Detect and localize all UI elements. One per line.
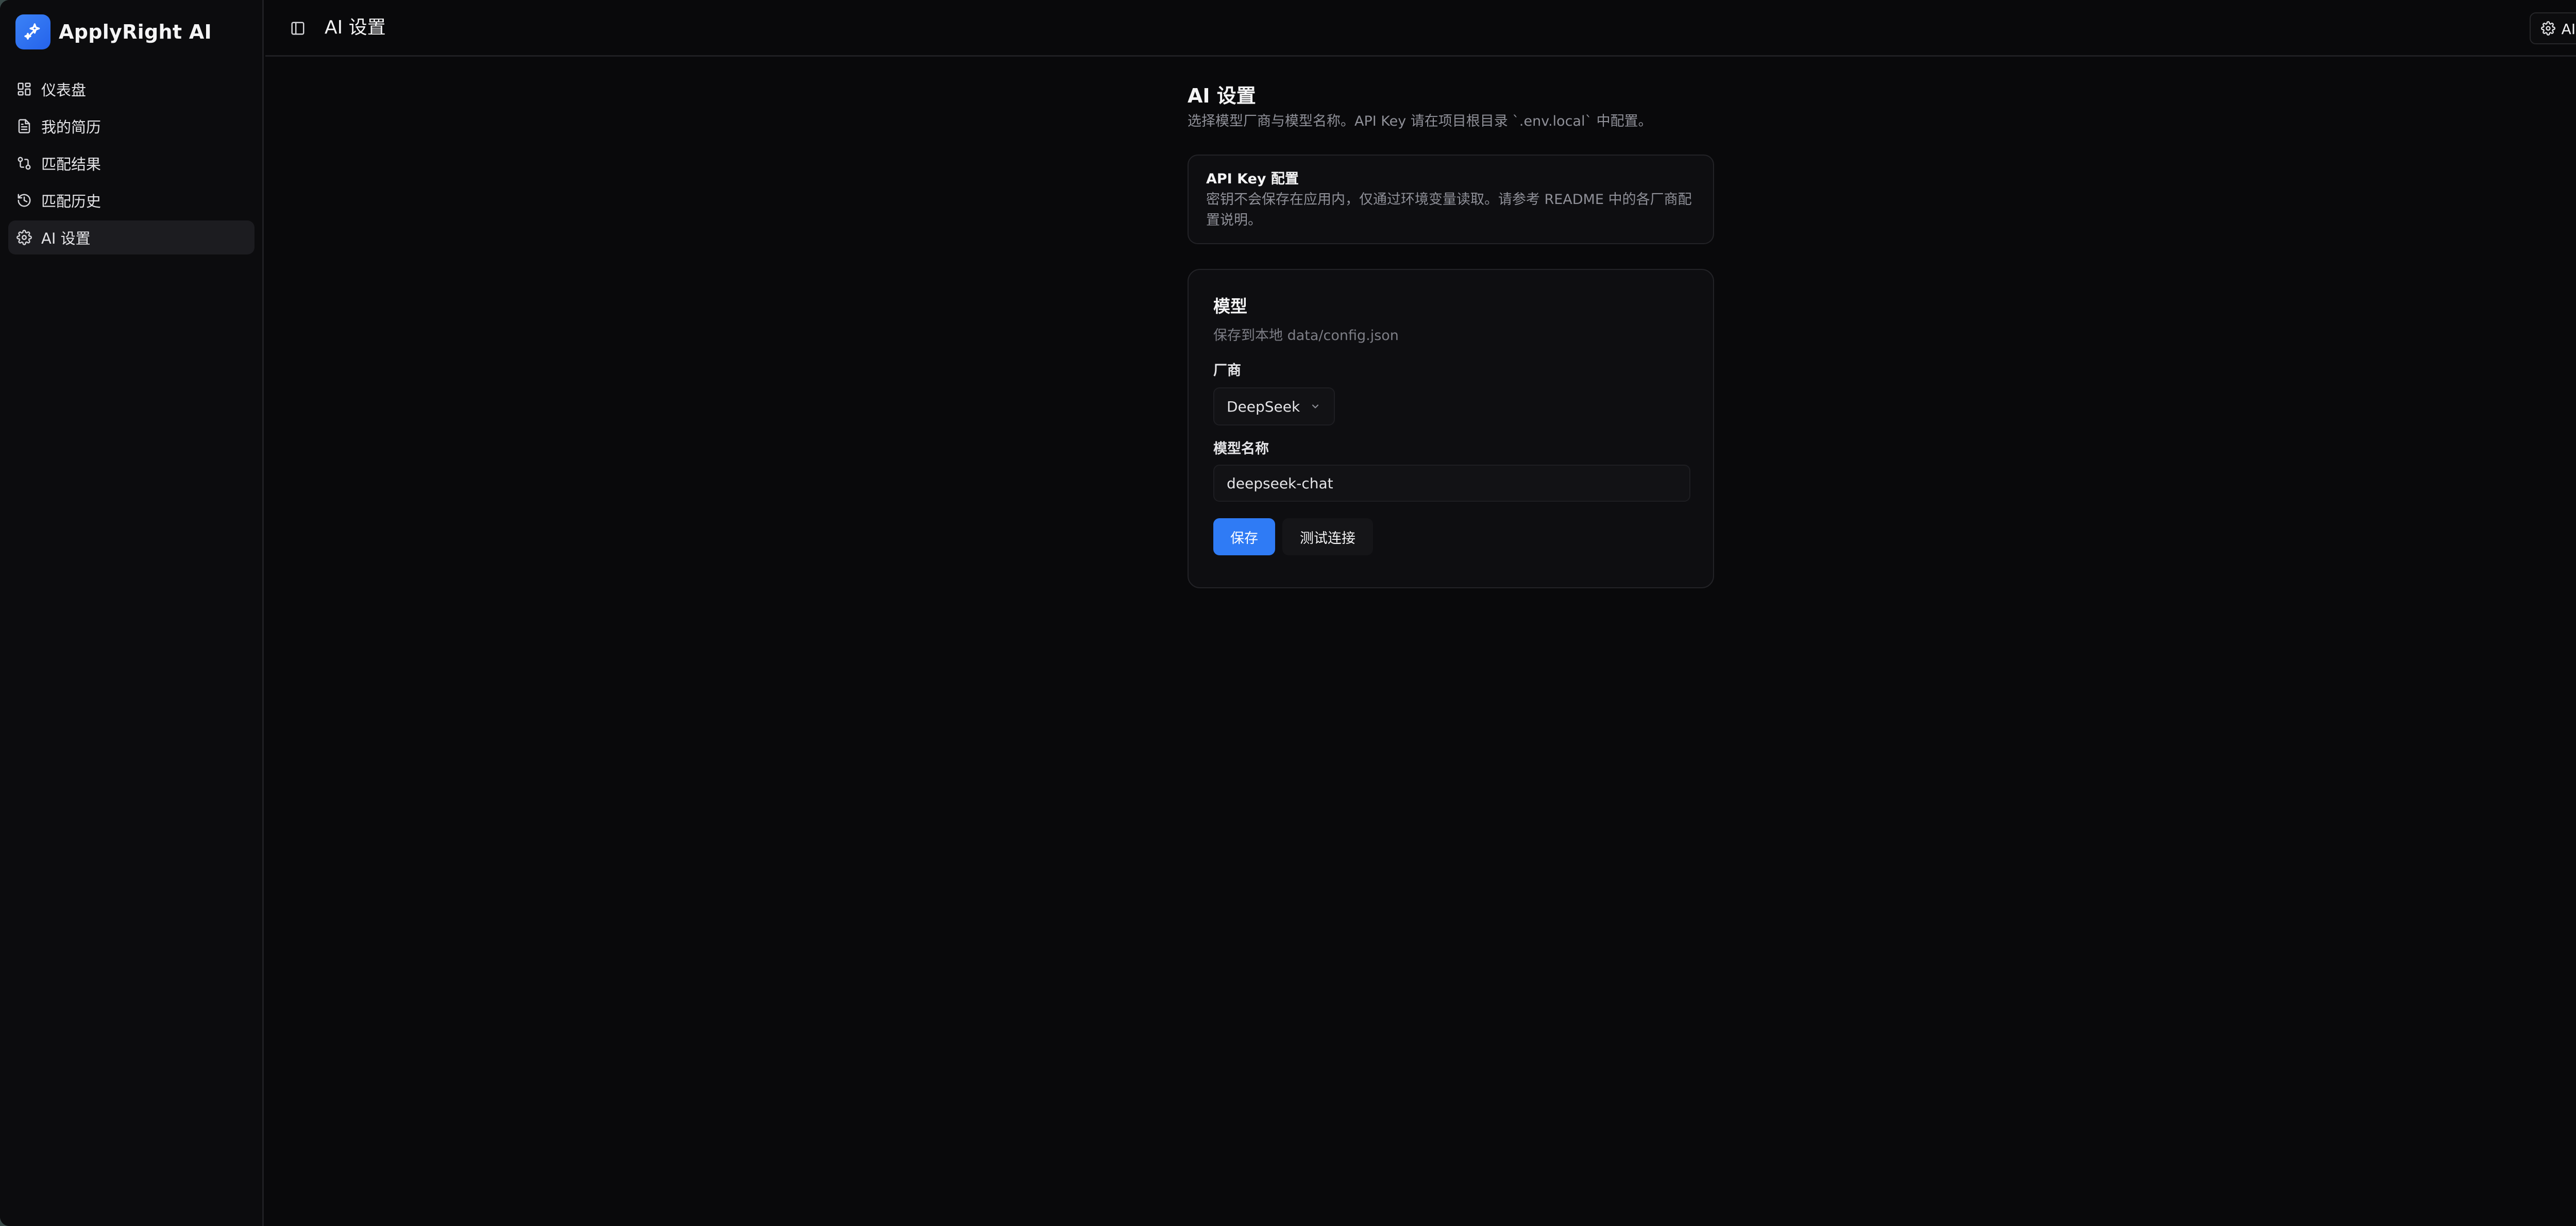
vendor-select-value: DeepSeek bbox=[1227, 398, 1300, 415]
sidebar-item-ai-settings[interactable]: AI 设置 bbox=[8, 220, 255, 254]
model-card-title: 模型 bbox=[1213, 296, 1247, 316]
gear-icon bbox=[2540, 21, 2555, 36]
model-name-input[interactable] bbox=[1213, 465, 1690, 502]
sidebar-item-label: 我的简历 bbox=[41, 118, 101, 136]
model-name-label: 模型名称 bbox=[1213, 441, 1269, 457]
history-icon bbox=[18, 194, 31, 207]
gear-icon bbox=[16, 230, 32, 245]
sidebar-item-match-history[interactable]: 匹配历史 bbox=[8, 183, 255, 217]
top-bar: AI 设置 AI 设置 bbox=[265, 0, 2576, 57]
sidebar-item-label: 仪表盘 bbox=[41, 81, 87, 99]
sidebar-item-label: 匹配历史 bbox=[41, 193, 101, 210]
sidebar-item-dashboard[interactable]: 仪表盘 bbox=[8, 72, 255, 106]
document-icon bbox=[18, 119, 30, 133]
sidebar-item-label: 匹配结果 bbox=[41, 156, 101, 173]
dashboard-icon bbox=[18, 82, 31, 96]
app-window: ApplyRight AI 仪表盘 我的简历 匹配结果 匹配历史 AI 设置 A… bbox=[0, 0, 2576, 1226]
ai-settings-button[interactable]: AI 设置 bbox=[2529, 12, 2576, 44]
main-title: AI 设置 bbox=[1188, 84, 1256, 107]
sidebar-toggle-icon bbox=[291, 22, 304, 35]
page-title: AI 设置 bbox=[325, 17, 386, 38]
ai-settings-button-label: AI 设置 bbox=[2561, 21, 2576, 38]
sidebar-toggle-button[interactable] bbox=[285, 15, 311, 41]
api-key-card: API Key 配置 密钥不会保存在应用内，仅通过环境变量读取。请参考 READ… bbox=[1188, 155, 1714, 244]
api-key-card-title: API Key 配置 bbox=[1206, 171, 1299, 187]
api-key-card-description: 密钥不会保存在应用内，仅通过环境变量读取。请参考 README 中的各厂商配置说… bbox=[1206, 192, 1692, 228]
save-button[interactable]: 保存 bbox=[1213, 518, 1275, 555]
sparkle-icon bbox=[15, 14, 50, 49]
app-name: ApplyRight AI bbox=[59, 21, 212, 43]
sidebar-item-match-results[interactable]: 匹配结果 bbox=[8, 146, 255, 180]
test-connection-button[interactable]: 测试连接 bbox=[1282, 518, 1373, 555]
vendor-label: 厂商 bbox=[1213, 363, 1241, 379]
sidebar: ApplyRight AI 仪表盘 我的简历 匹配结果 匹配历史 AI 设置 bbox=[0, 0, 264, 1226]
sidebar-nav: 仪表盘 我的简历 匹配结果 匹配历史 AI 设置 bbox=[8, 72, 255, 258]
brand[interactable]: ApplyRight AI bbox=[15, 14, 212, 49]
main-content: AI 设置 选择模型厂商与模型名称。API Key 请在项目根目录 `.env.… bbox=[1188, 82, 1714, 588]
vendor-select[interactable]: DeepSeek bbox=[1213, 387, 1335, 425]
main-description: 选择模型厂商与模型名称。API Key 请在项目根目录 `.env.local`… bbox=[1188, 113, 1652, 129]
model-card: 模型 保存到本地 data/config.json 厂商 DeepSeek 模型… bbox=[1188, 269, 1714, 588]
model-card-subtitle: 保存到本地 data/config.json bbox=[1213, 328, 1399, 344]
chevron-down-icon bbox=[1312, 404, 1319, 408]
model-card-actions: 保存 测试连接 bbox=[1213, 518, 1688, 555]
sidebar-item-label: AI 设置 bbox=[41, 230, 91, 247]
sidebar-item-resume[interactable]: 我的简历 bbox=[8, 109, 255, 143]
compare-arrows-icon bbox=[18, 157, 31, 170]
